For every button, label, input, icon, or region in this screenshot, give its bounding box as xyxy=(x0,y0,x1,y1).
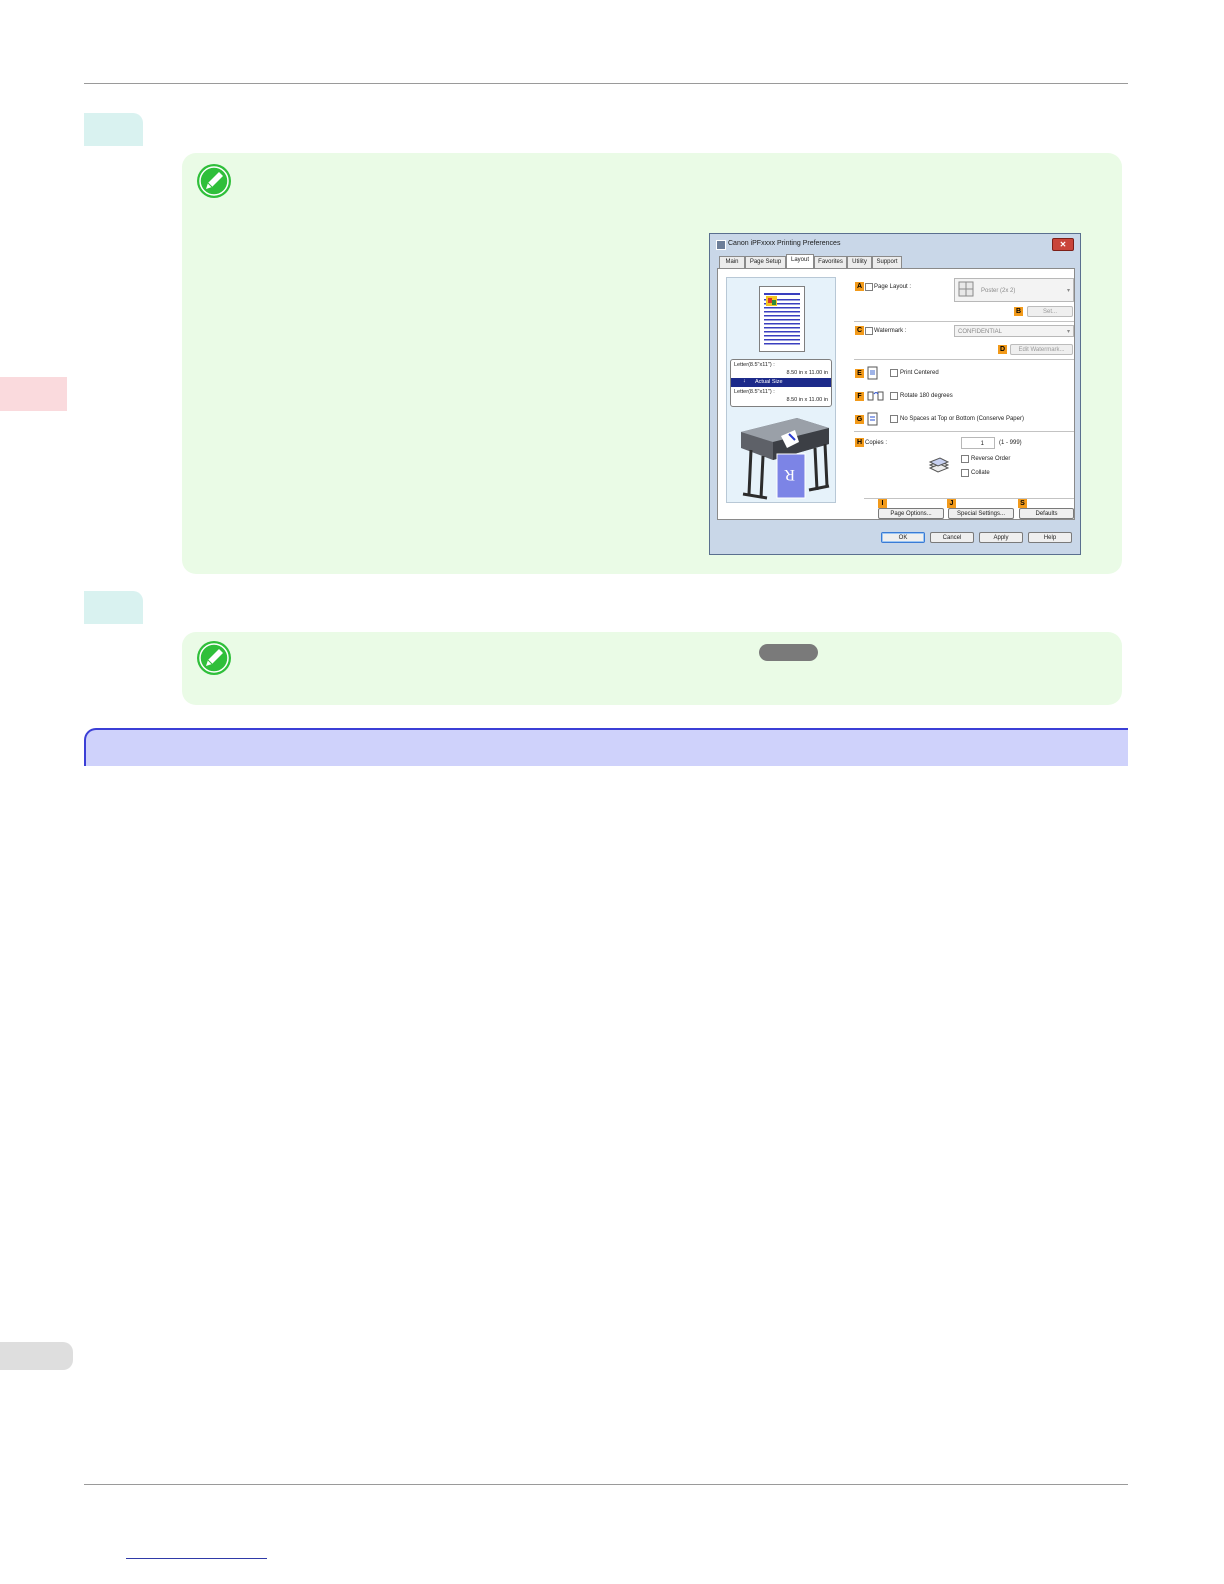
marker-a: A xyxy=(855,282,864,291)
tab-favorites[interactable]: Favorites xyxy=(814,256,847,268)
print-preview-area: Letter(8.5"x11") : 8.50 in x 11.00 in ↓ … xyxy=(726,277,836,503)
marker-s: S xyxy=(1018,499,1027,508)
marker-d: D xyxy=(998,345,1007,354)
note-pencil-icon xyxy=(197,641,231,675)
scaling-label: Actual Size xyxy=(755,379,783,385)
tab-main[interactable]: Main xyxy=(719,256,745,268)
marker-e: E xyxy=(855,369,864,378)
output-size-line1: Letter(8.5"x11") : xyxy=(734,389,775,395)
poster-layout-icon xyxy=(958,281,974,297)
paper-size-line2: 8.50 in x 11.00 in xyxy=(786,370,828,376)
marker-i: I xyxy=(878,499,887,508)
marker-h: H xyxy=(855,438,864,447)
rotate-180-label: Rotate 180 degrees xyxy=(900,393,953,399)
copies-value: 1 xyxy=(980,441,984,447)
conserve-paper-icon xyxy=(867,412,878,426)
set-button[interactable]: Set... xyxy=(1027,306,1073,317)
large-format-printer-image: R xyxy=(741,418,830,500)
close-icon[interactable]: ✕ xyxy=(1052,238,1074,251)
rotate-icon xyxy=(867,391,884,401)
no-spaces-label: No Spaces at Top or Bottom (Conserve Pap… xyxy=(900,416,1024,422)
divider xyxy=(854,321,1074,322)
chevron-down-icon: ▾ xyxy=(1066,329,1070,335)
page-thumbnail xyxy=(759,286,805,352)
copies-label: Copies : xyxy=(865,440,888,446)
special-settings-button[interactable]: Special Settings... xyxy=(948,508,1014,519)
watermark-value: CONFIDENTIAL xyxy=(958,329,1003,335)
svg-text:R: R xyxy=(784,466,795,483)
dialog-title: Canon iPFxxxx Printing Preferences xyxy=(728,240,841,247)
reverse-order-checkbox[interactable] xyxy=(961,455,969,463)
printing-preferences-dialog: Canon iPFxxxx Printing Preferences ✕ Mai… xyxy=(709,233,1081,555)
cancel-button[interactable]: Cancel xyxy=(930,532,974,543)
paper-size-line1: Letter(8.5"x11") : xyxy=(734,362,775,368)
output-size-line2: 8.50 in x 11.00 in xyxy=(786,397,828,403)
collate-checkbox[interactable] xyxy=(961,469,969,477)
copies-range: (1 - 999) xyxy=(999,440,1022,446)
section-heading-bar xyxy=(84,728,1128,766)
step-marker-1 xyxy=(84,113,143,146)
marker-b: B xyxy=(1014,307,1023,316)
layout-panel: Letter(8.5"x11") : 8.50 in x 11.00 in ↓ … xyxy=(717,268,1075,520)
page-layout-label: Page Layout : xyxy=(874,284,912,290)
divider xyxy=(854,359,1074,360)
key-button-pill xyxy=(759,644,818,661)
watermark-label: Watermark : xyxy=(874,328,907,334)
apply-button[interactable]: Apply xyxy=(979,532,1023,543)
tab-support[interactable]: Support xyxy=(872,256,902,268)
note-pencil-icon xyxy=(197,164,231,198)
marker-j: J xyxy=(947,499,956,508)
down-arrow-icon: ↓ xyxy=(743,378,746,384)
divider xyxy=(864,498,1074,499)
copies-stack-icon xyxy=(928,457,950,473)
marker-f: F xyxy=(855,392,864,401)
watermark-checkbox[interactable] xyxy=(865,327,873,335)
no-spaces-checkbox[interactable] xyxy=(890,415,898,423)
page-options-button[interactable]: Page Options... xyxy=(878,508,944,519)
tab-utility[interactable]: Utility xyxy=(847,256,872,268)
chevron-down-icon: ▾ xyxy=(1066,288,1070,294)
page-number-tab xyxy=(0,1342,73,1370)
marker-g: G xyxy=(855,415,864,424)
header-rule xyxy=(84,83,1128,84)
copies-stepper[interactable]: 1 xyxy=(961,437,995,449)
edit-watermark-button[interactable]: Edit Watermark... xyxy=(1010,344,1073,355)
reverse-order-label: Reverse Order xyxy=(971,456,1011,462)
divider xyxy=(854,431,1074,432)
print-centered-label: Print Centered xyxy=(900,370,939,376)
print-centered-checkbox[interactable] xyxy=(890,369,898,377)
page-layout-checkbox[interactable] xyxy=(865,283,873,291)
step-marker-2 xyxy=(84,591,143,624)
tab-layout[interactable]: Layout xyxy=(786,254,814,269)
watermark-select[interactable]: CONFIDENTIAL ▾ xyxy=(954,325,1074,337)
ok-button[interactable]: OK xyxy=(881,532,925,543)
chapter-side-tab xyxy=(0,377,67,411)
printer-app-icon xyxy=(716,240,726,250)
help-button[interactable]: Help xyxy=(1028,532,1072,543)
page-layout-value: Poster (2x 2) xyxy=(981,288,1016,294)
scaling-row: ↓ Actual Size xyxy=(731,378,831,387)
collate-label: Collate xyxy=(971,470,990,476)
rotate-180-checkbox[interactable] xyxy=(890,392,898,400)
page-grid-image xyxy=(763,291,801,347)
paper-size-info: Letter(8.5"x11") : 8.50 in x 11.00 in ↓ … xyxy=(730,359,832,407)
tab-page-setup[interactable]: Page Setup xyxy=(745,256,786,268)
footer-link-underline[interactable] xyxy=(126,1558,267,1559)
note-box-2 xyxy=(182,632,1122,705)
footer-rule xyxy=(84,1484,1128,1485)
print-centered-icon xyxy=(867,366,878,380)
marker-c: C xyxy=(855,326,864,335)
defaults-button[interactable]: Defaults xyxy=(1019,508,1074,519)
